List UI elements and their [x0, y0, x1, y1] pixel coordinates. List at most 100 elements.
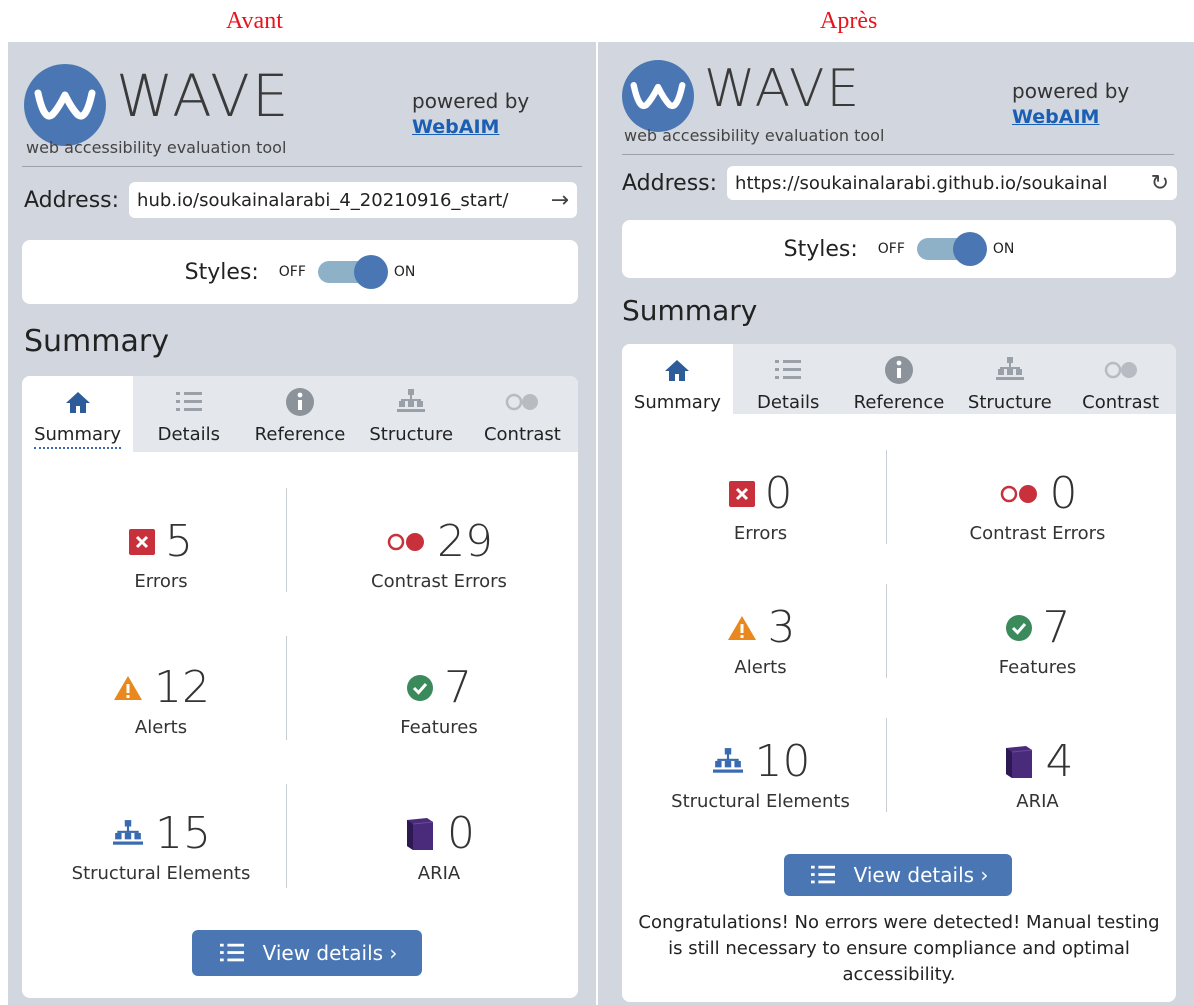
tab-reference[interactable]: Reference: [844, 344, 955, 414]
features-stat[interactable]: 7 Features: [899, 602, 1176, 678]
tab-reference-label: Reference: [853, 392, 945, 413]
contrast-errors-label: Contrast Errors: [371, 571, 507, 592]
alerts-count: 12: [154, 662, 210, 713]
tab-details[interactable]: Details: [133, 376, 244, 452]
errors-count: 5: [165, 516, 193, 567]
alerts-stat[interactable]: 3 Alerts: [622, 602, 899, 678]
list-icon: [219, 943, 244, 962]
webaim-link[interactable]: WebAIM: [1012, 104, 1129, 130]
styles-on-label: ON: [992, 241, 1015, 257]
address-input[interactable]: https://soukainalarabi.github.io/soukain…: [727, 166, 1178, 200]
arrow-right-icon[interactable]: →: [551, 188, 569, 213]
wave-logo-icon: [24, 64, 106, 146]
aria-icon: [407, 817, 434, 850]
structure-element-icon: [113, 819, 143, 845]
alerts-stat[interactable]: 12 Alerts: [22, 662, 300, 738]
view-details-label: View details ›: [262, 941, 398, 965]
alert-icon: [114, 675, 142, 700]
address-value: hub.io/soukainalarabi_4_20210916_start/: [137, 189, 509, 211]
wave-panel-after: WAVE web accessibility evaluation tool p…: [598, 42, 1194, 1005]
toggle-knob[interactable]: [952, 232, 987, 266]
structural-stat[interactable]: 15 Structural Elements: [22, 808, 300, 884]
tab-bar: Summary Details Reference Structure Cont…: [622, 344, 1176, 414]
styles-label: Styles:: [783, 236, 858, 262]
contrast-errors-count: 0: [1049, 468, 1078, 519]
webaim-link[interactable]: WebAIM: [412, 114, 529, 140]
tab-contrast[interactable]: Contrast: [1065, 344, 1176, 414]
contrast-icon: [503, 386, 541, 418]
tab-structure[interactable]: Structure: [356, 376, 467, 452]
powered-by-text: powered by: [1012, 79, 1130, 103]
contrast-errors-stat[interactable]: 0 Contrast Errors: [899, 468, 1176, 544]
aria-count: 4: [1045, 736, 1074, 787]
styles-on-label: ON: [393, 264, 416, 280]
view-details-button[interactable]: View details ›: [192, 930, 422, 976]
address-label: Address:: [24, 187, 120, 213]
structural-label: Structural Elements: [71, 863, 251, 884]
tab-details-label: Details: [756, 392, 820, 413]
wave-logo-text: WAVE: [704, 59, 862, 119]
tab-structure[interactable]: Structure: [954, 344, 1065, 414]
reload-icon[interactable]: ↻: [1151, 171, 1169, 196]
summary-grid: 5 Errors 29 Contrast Errors 12 Alerts 7 …: [22, 452, 578, 998]
summary-title: Summary: [622, 294, 758, 327]
structural-label: Structural Elements: [671, 791, 850, 812]
feature-icon: [407, 674, 433, 701]
summary-card: Summary Details Reference Structure Cont…: [22, 376, 578, 998]
toggle-knob[interactable]: [353, 255, 388, 289]
view-details-button[interactable]: View details ›: [784, 854, 1012, 896]
styles-toggle-card: Styles: OFF ON: [622, 220, 1176, 278]
list-icon: [773, 354, 803, 386]
errors-count: 0: [764, 468, 793, 519]
features-label: Features: [998, 657, 1077, 678]
contrast-errors-label: Contrast Errors: [969, 523, 1106, 544]
tab-bar: Summary Details Reference Structure Cont…: [22, 376, 578, 452]
aria-label: ARIA: [417, 863, 461, 884]
tab-summary[interactable]: Summary: [622, 344, 733, 414]
alerts-label: Alerts: [134, 717, 188, 738]
features-stat[interactable]: 7 Features: [300, 662, 578, 738]
info-icon: [285, 386, 315, 418]
powered-by: powered by WebAIM: [1012, 78, 1129, 130]
contrast-error-icon: [1000, 484, 1037, 503]
contrast-error-icon: [387, 532, 424, 551]
address-input[interactable]: hub.io/soukainalarabi_4_20210916_start/ …: [129, 182, 578, 218]
tab-reference[interactable]: Reference: [244, 376, 355, 452]
contrast-errors-count: 29: [437, 516, 493, 567]
header-divider: [622, 154, 1174, 155]
styles-off-label: OFF: [278, 264, 306, 280]
wave-panel-before: WAVE web accessibility evaluation tool p…: [8, 42, 596, 1005]
errors-stat[interactable]: 0 Errors: [622, 468, 899, 544]
powered-by: powered by WebAIM: [412, 88, 529, 140]
tab-details-label: Details: [157, 424, 220, 445]
home-icon: [664, 354, 690, 386]
view-details-label: View details ›: [853, 863, 989, 887]
tab-structure-label: Structure: [369, 424, 454, 445]
aria-stat[interactable]: 0 ARIA: [300, 808, 578, 884]
styles-label: Styles:: [184, 259, 259, 285]
tab-details[interactable]: Details: [733, 344, 844, 414]
features-label: Features: [400, 717, 478, 738]
alert-icon: [727, 615, 756, 640]
structural-stat[interactable]: 10 Structural Elements: [622, 736, 899, 812]
congratulations-message: Congratulations! No errors were detected…: [638, 912, 1160, 985]
alerts-label: Alerts: [734, 657, 787, 678]
wave-logo-icon: [622, 60, 694, 132]
list-icon: [174, 386, 204, 418]
error-icon: [129, 528, 155, 555]
structure-icon: [396, 386, 426, 418]
aria-stat[interactable]: 4 ARIA: [899, 736, 1176, 812]
wave-logo-text: WAVE: [116, 62, 291, 130]
tab-summary[interactable]: Summary: [22, 376, 134, 452]
tab-summary-label: Summary: [34, 424, 122, 449]
tab-reference-label: Reference: [254, 424, 346, 445]
contrast-errors-stat[interactable]: 29 Contrast Errors: [300, 516, 578, 592]
tab-contrast[interactable]: Contrast: [467, 376, 578, 452]
alerts-count: 3: [767, 602, 796, 653]
features-count: 7: [1042, 602, 1071, 653]
tab-summary-label: Summary: [633, 392, 721, 413]
styles-toggle[interactable]: [317, 255, 388, 289]
error-icon: [728, 480, 755, 507]
errors-stat[interactable]: 5 Errors: [22, 516, 300, 592]
styles-toggle[interactable]: [916, 232, 987, 266]
